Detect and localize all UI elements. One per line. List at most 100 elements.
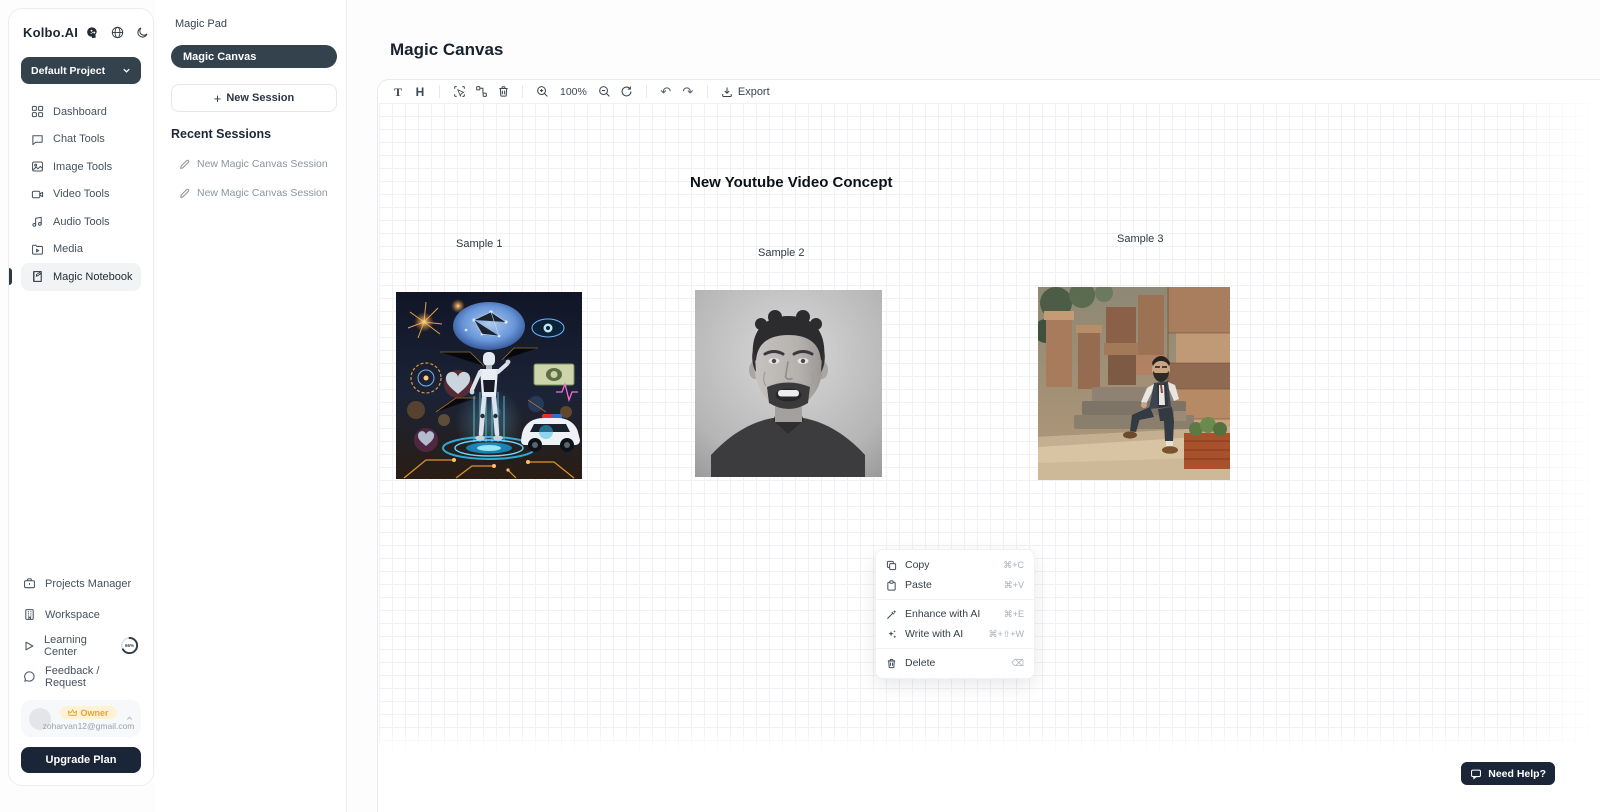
sidebar-item-label: Workspace xyxy=(45,609,100,621)
write-sparkle-icon xyxy=(886,629,897,640)
copy-icon xyxy=(886,560,897,571)
context-menu: Copy ⌘+C Paste ⌘+V Enhance with AI ⌘+E W… xyxy=(875,549,1035,679)
sidebar-item-label: Projects Manager xyxy=(45,578,131,590)
sidebar-item-feedback[interactable]: Feedback / Request xyxy=(21,661,141,692)
new-session-button[interactable]: + New Session xyxy=(171,84,337,112)
canvas-toolbar: T H 100% ↶ ↷ Export xyxy=(378,80,1600,103)
brand-logo-text: Kolbo.AI xyxy=(23,25,78,40)
canvas-fade-bottom xyxy=(379,730,1600,752)
sample-2-image[interactable] xyxy=(695,290,882,477)
context-menu-label: Copy xyxy=(905,559,930,571)
zoom-out-button[interactable] xyxy=(595,82,615,102)
need-help-button[interactable]: Need Help? xyxy=(1461,762,1555,785)
magic-pad-tab[interactable]: Magic Pad xyxy=(171,16,337,32)
shortcut-hint: ⌫ xyxy=(1011,658,1024,669)
sample-3-image[interactable] xyxy=(1038,287,1230,480)
undo-icon: ↶ xyxy=(660,85,671,98)
user-account-card[interactable]: Owner zoharvan12@gmail.com xyxy=(21,700,141,737)
brand-row: Kolbo.AI xyxy=(21,23,141,40)
context-menu-item-delete[interactable]: Delete ⌫ xyxy=(876,653,1034,673)
zoom-level-indicator[interactable]: 100% xyxy=(554,86,593,98)
brain-head-logo-icon xyxy=(84,25,99,40)
shortcut-hint: ⌘+⇧+W xyxy=(988,629,1024,640)
app-root: { "brand": { "name": "Kolbo.AI" }, "side… xyxy=(0,0,1600,812)
sessions-panel: Magic Pad Magic Canvas + New Session Rec… xyxy=(155,0,347,812)
sidebar-item-video-tools[interactable]: Video Tools xyxy=(21,181,141,209)
redo-button[interactable]: ↷ xyxy=(678,82,698,102)
context-menu-item-enhance-with-ai[interactable]: Enhance with AI ⌘+E xyxy=(876,604,1034,624)
language-globe-icon[interactable] xyxy=(111,26,124,39)
notebook-icon xyxy=(31,270,44,283)
undo-button[interactable]: ↶ xyxy=(656,82,676,102)
connector-tool-button[interactable] xyxy=(471,82,491,102)
sidebar-item-label: Media xyxy=(53,243,83,255)
context-menu-label: Enhance with AI xyxy=(905,608,980,620)
toolbar-divider xyxy=(646,85,647,98)
page-title: Magic Canvas xyxy=(390,40,503,60)
context-menu-item-paste[interactable]: Paste ⌘+V xyxy=(876,575,1034,595)
session-list-item[interactable]: New Magic Canvas Session xyxy=(171,158,337,170)
play-icon xyxy=(23,640,35,652)
trash-icon xyxy=(886,658,897,669)
sidebar: Kolbo.AI Default Project Dashboard Chat … xyxy=(8,8,154,786)
canvas-title-text[interactable]: New Youtube Video Concept xyxy=(690,174,893,191)
session-list-item[interactable]: New Magic Canvas Session xyxy=(171,187,337,199)
sidebar-nav: Dashboard Chat Tools Image Tools Video T… xyxy=(21,98,141,291)
text-tool-button[interactable]: T xyxy=(388,82,408,102)
project-selector-label: Default Project xyxy=(31,65,105,77)
media-folder-icon xyxy=(31,243,44,256)
magic-canvas-tab-selected[interactable]: Magic Canvas xyxy=(171,45,337,68)
sidebar-item-label: Video Tools xyxy=(53,188,109,200)
delete-tool-button[interactable] xyxy=(493,82,513,102)
sidebar-item-label: Feedback / Request xyxy=(45,665,139,689)
sidebar-item-label: Audio Tools xyxy=(53,216,110,228)
context-menu-label: Write with AI xyxy=(905,628,963,640)
sample-2-label[interactable]: Sample 2 xyxy=(758,247,804,259)
sample-1-label[interactable]: Sample 1 xyxy=(456,238,502,250)
redo-icon: ↷ xyxy=(682,85,693,98)
sidebar-item-label: Learning Center xyxy=(44,634,109,658)
paste-icon xyxy=(886,580,897,591)
dashboard-icon xyxy=(31,105,44,118)
sidebar-item-chat-tools[interactable]: Chat Tools xyxy=(21,126,141,154)
select-area-tool-button[interactable] xyxy=(449,82,469,102)
canvas-panel: T H 100% ↶ ↷ Export New Youtube Video Co… xyxy=(377,79,1600,812)
context-menu-item-write-with-ai[interactable]: Write with AI ⌘+⇧+W xyxy=(876,624,1034,644)
sidebar-item-media[interactable]: Media xyxy=(21,236,141,264)
plus-icon: + xyxy=(214,91,222,106)
role-badge: Owner xyxy=(60,706,116,719)
dark-mode-moon-icon[interactable] xyxy=(136,26,149,39)
export-button[interactable]: Export xyxy=(717,86,774,98)
context-menu-label: Paste xyxy=(905,579,932,591)
sidebar-item-audio-tools[interactable]: Audio Tools xyxy=(21,208,141,236)
upgrade-plan-button[interactable]: Upgrade Plan xyxy=(21,747,141,773)
crown-icon xyxy=(68,709,77,717)
context-menu-divider xyxy=(876,599,1034,600)
building-icon xyxy=(23,608,36,621)
video-icon xyxy=(31,188,44,201)
context-menu-item-copy[interactable]: Copy ⌘+C xyxy=(876,555,1034,575)
chat-icon xyxy=(31,133,44,146)
chevron-down-icon xyxy=(122,66,131,75)
toolbar-divider xyxy=(707,85,708,98)
shortcut-hint: ⌘+V xyxy=(1004,580,1024,591)
reset-view-button[interactable] xyxy=(617,82,637,102)
sidebar-item-magic-notebook[interactable]: Magic Notebook xyxy=(21,263,141,291)
project-selector[interactable]: Default Project xyxy=(21,57,141,84)
context-menu-divider xyxy=(876,648,1034,649)
download-icon xyxy=(721,86,733,98)
zoom-in-button[interactable] xyxy=(532,82,552,102)
sample-1-image[interactable]: ¥ xyxy=(396,292,582,479)
sidebar-item-projects-manager[interactable]: Projects Manager xyxy=(21,568,141,599)
sidebar-item-image-tools[interactable]: Image Tools xyxy=(21,153,141,181)
sidebar-item-learning-center[interactable]: Learning Center 66% xyxy=(21,630,141,661)
sample-3-label[interactable]: Sample 3 xyxy=(1117,233,1163,245)
chevron-up-icon xyxy=(126,715,133,722)
feedback-bubble-icon xyxy=(23,670,36,683)
session-item-label: New Magic Canvas Session xyxy=(197,158,328,170)
sidebar-item-label: Chat Tools xyxy=(53,133,105,145)
export-label: Export xyxy=(738,86,770,98)
heading-tool-button[interactable]: H xyxy=(410,82,430,102)
sidebar-item-dashboard[interactable]: Dashboard xyxy=(21,98,141,126)
sidebar-item-workspace[interactable]: Workspace xyxy=(21,599,141,630)
